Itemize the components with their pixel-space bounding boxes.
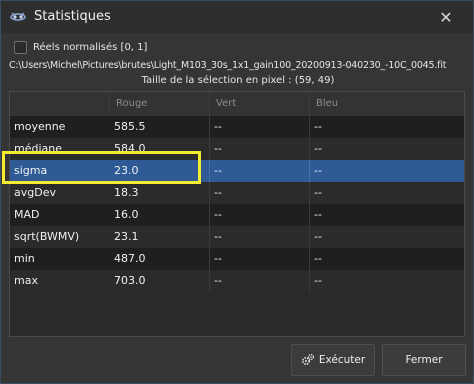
table-row[interactable]: MAD 16.0 -- -- xyxy=(10,204,464,226)
column-header-name[interactable] xyxy=(10,92,110,116)
rouge-value: 18.3 xyxy=(110,182,210,204)
column-header-rouge[interactable]: Rouge xyxy=(110,92,210,116)
row-label: min xyxy=(14,252,35,265)
sigma-highlight-annotation xyxy=(2,151,201,184)
vert-value: -- xyxy=(210,138,310,160)
bleu-value: -- xyxy=(314,142,322,155)
vert-value: -- xyxy=(210,182,310,204)
close-window-button[interactable]: ✕ xyxy=(431,5,461,29)
vert-value: -- xyxy=(210,160,310,182)
close-label: Fermer xyxy=(405,354,443,366)
row-label: sqrt(BWMV) xyxy=(14,230,80,243)
selection-size: Taille de la sélection en pixel : (59, 4… xyxy=(141,75,335,86)
normalized-label: Réels normalisés [0, 1] xyxy=(33,42,148,53)
window-title: Statistiques xyxy=(34,9,111,24)
normalized-option[interactable]: Réels normalisés [0, 1] xyxy=(14,41,147,54)
bleu-value: -- xyxy=(314,164,322,177)
bleu-value: -- xyxy=(314,252,322,265)
close-button[interactable]: Fermer xyxy=(382,344,466,376)
vert-value: -- xyxy=(210,226,310,248)
file-path: C:\Users\Michel\Pictures\brutes\Light_M1… xyxy=(9,60,447,71)
rouge-value: 16.0 xyxy=(110,204,210,226)
row-label: MAD xyxy=(14,208,40,221)
gears-icon xyxy=(301,353,314,366)
table-row[interactable]: moyenne 585.5 -- -- xyxy=(10,116,464,138)
bleu-value: -- xyxy=(314,230,322,243)
vert-value: -- xyxy=(210,204,310,226)
close-icon: ✕ xyxy=(439,7,453,27)
column-header-bleu[interactable]: Bleu xyxy=(310,92,464,116)
row-label: avgDev xyxy=(14,186,56,199)
normalized-checkbox[interactable] xyxy=(14,41,27,54)
rouge-value: 487.0 xyxy=(110,248,210,270)
rouge-value: 23.1 xyxy=(110,226,210,248)
table-row[interactable]: sqrt(BWMV) 23.1 -- -- xyxy=(10,226,464,248)
vert-value: -- xyxy=(210,270,310,292)
table-row[interactable]: max 703.0 -- -- xyxy=(10,270,464,292)
vert-value: -- xyxy=(210,248,310,270)
bleu-value: -- xyxy=(314,120,322,133)
statistics-table: Rouge Vert Bleu moyenne 585.5 -- -- médi… xyxy=(9,91,465,337)
execute-button[interactable]: Exécuter xyxy=(291,344,375,376)
siril-icon xyxy=(10,12,26,21)
table-header: Rouge Vert Bleu xyxy=(10,92,464,116)
bleu-value: -- xyxy=(314,208,322,221)
column-header-vert[interactable]: Vert xyxy=(210,92,310,116)
statistics-dialog: Statistiques ✕ Réels normalisés [0, 1] C… xyxy=(0,0,474,384)
row-label: max xyxy=(14,274,38,287)
rouge-value: 703.0 xyxy=(110,270,210,292)
vert-value: -- xyxy=(210,116,310,138)
rouge-value: 585.5 xyxy=(110,116,210,138)
bleu-value: -- xyxy=(314,274,322,287)
row-label: moyenne xyxy=(14,120,66,133)
bleu-value: -- xyxy=(314,186,322,199)
table-row[interactable]: avgDev 18.3 -- -- xyxy=(10,182,464,204)
title-bar: Statistiques ✕ xyxy=(1,1,473,33)
table-row[interactable]: min 487.0 -- -- xyxy=(10,248,464,270)
execute-label: Exécuter xyxy=(318,354,366,366)
